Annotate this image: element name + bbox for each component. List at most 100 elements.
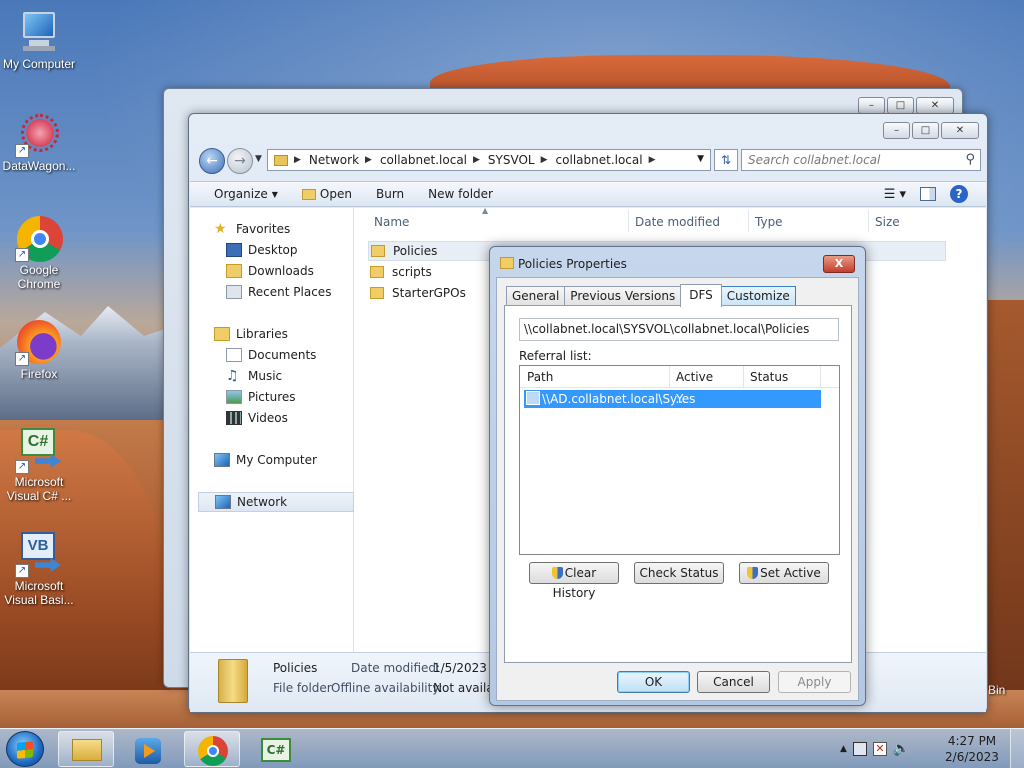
nav-item-pictures[interactable]: Pictures (226, 387, 354, 407)
minimize-button[interactable]: – (858, 97, 885, 114)
chevron-right-icon[interactable]: ▶ (365, 155, 372, 165)
nav-item-desktop[interactable]: Desktop (226, 240, 354, 260)
taskbar-explorer[interactable] (58, 731, 114, 767)
nav-item-label: Desktop (248, 243, 298, 257)
visual-csharp-icon: C# (261, 738, 291, 762)
column-divider[interactable] (748, 210, 749, 232)
close-button[interactable]: ✕ (941, 122, 979, 139)
maximize-button[interactable]: □ (887, 97, 914, 114)
column-divider[interactable] (628, 210, 629, 232)
referral-list[interactable]: Path Active Status \\AD.collabnet.local\… (519, 365, 840, 555)
chevron-down-icon[interactable]: ▼ (697, 154, 704, 164)
dfs-path-field[interactable]: \\collabnet.local\SYSVOL\collabnet.local… (519, 318, 839, 341)
nav-item-libraries[interactable]: Libraries (214, 324, 354, 344)
desktop-icon-firefox[interactable]: ↗ Firefox (0, 320, 78, 381)
tab-customize[interactable]: Customize (720, 286, 796, 306)
nav-item-recent-places[interactable]: Recent Places (226, 282, 354, 302)
nav-item-downloads[interactable]: Downloads (226, 261, 354, 281)
desktop-icon-datawagon[interactable]: ↗ DataWagon... (0, 112, 78, 173)
nav-item-favorites[interactable]: ★ Favorites (214, 219, 354, 239)
desktop-icon-label: Microsoft Visual C# ... (6, 475, 72, 503)
column-header-path[interactable]: Path (527, 370, 553, 384)
nav-item-videos[interactable]: Videos (226, 408, 354, 428)
show-desktop-button[interactable] (1010, 729, 1024, 768)
nav-item-label: Pictures (248, 390, 296, 404)
clock[interactable]: 4:27 PM 2/6/2023 (942, 733, 1002, 765)
volume-icon[interactable]: 🔈 (893, 741, 910, 757)
minimize-button[interactable]: – (883, 122, 910, 139)
nav-item-music[interactable]: ♫ Music (226, 366, 354, 386)
recycle-bin-label[interactable]: Bin (988, 683, 1005, 697)
desktop-icon-my-computer[interactable]: My Computer (0, 10, 78, 71)
chevron-right-icon[interactable]: ▶ (541, 155, 548, 165)
close-button[interactable]: ✕ (916, 97, 954, 114)
column-divider[interactable] (868, 210, 869, 232)
help-icon[interactable]: ? (950, 185, 968, 203)
breadcrumb-item[interactable]: SYSVOL (488, 153, 535, 167)
breadcrumb-item[interactable]: Network (309, 153, 359, 167)
set-active-button[interactable]: Set Active (739, 562, 829, 584)
taskbar-media-player[interactable] (120, 731, 176, 767)
desktop-icon-visual-basic[interactable]: VB ↗ Microsoft Visual Basi... (0, 532, 78, 607)
apply-button[interactable]: Apply (778, 671, 851, 693)
preview-pane-icon[interactable] (920, 187, 936, 201)
desktop-icon-google-chrome[interactable]: ↗ Google Chrome (0, 216, 78, 291)
file-row[interactable]: scripts (370, 262, 432, 282)
show-hidden-icons-icon[interactable]: ▲ (840, 744, 847, 754)
column-header-name[interactable]: Name (374, 215, 409, 229)
tab-dfs[interactable]: DFS (680, 284, 722, 307)
network-server-icon (526, 391, 540, 405)
referral-row[interactable]: \\AD.collabnet.local\Sy... Yes (524, 390, 821, 408)
taskbar-chrome[interactable] (184, 731, 240, 767)
breadcrumb-item[interactable]: collabnet.local (380, 153, 467, 167)
column-header-size[interactable]: Size (875, 215, 900, 229)
search-icon[interactable]: ⚲ (965, 150, 975, 170)
nav-item-my-computer[interactable]: My Computer (214, 450, 354, 470)
taskbar-visual-csharp[interactable]: C# (248, 731, 304, 767)
column-header-status[interactable]: Status (750, 370, 788, 384)
column-header-active[interactable]: Active (676, 370, 713, 384)
new-folder-button[interactable]: New folder (428, 187, 493, 201)
recent-pages-dropdown-icon[interactable]: ▼ (255, 154, 262, 164)
refresh-button[interactable]: ⇅ (714, 149, 738, 171)
column-divider[interactable] (820, 366, 821, 388)
desktop-icon-visual-csharp[interactable]: C# ↗ Microsoft Visual C# ... (0, 428, 78, 503)
start-button[interactable] (6, 731, 44, 767)
address-bar[interactable]: ▶ Network ▶ collabnet.local ▶ SYSVOL ▶ c… (267, 149, 711, 171)
clear-history-button[interactable]: Clear History (529, 562, 619, 600)
folder-icon (370, 287, 384, 299)
cancel-button[interactable]: Cancel (697, 671, 770, 693)
tab-general[interactable]: General (506, 286, 566, 306)
nav-item-documents[interactable]: Documents (226, 345, 354, 365)
close-button[interactable]: X (823, 255, 855, 273)
tab-previous-versions[interactable]: Previous Versions (564, 286, 682, 306)
breadcrumb-item[interactable]: collabnet.local (556, 153, 643, 167)
videos-icon (226, 411, 242, 425)
nav-item-network[interactable]: Network (198, 492, 354, 512)
view-options-icon[interactable]: ☰ ▾ (884, 187, 906, 202)
open-button[interactable]: Open (301, 187, 352, 201)
forward-button[interactable]: → (227, 148, 253, 174)
back-button[interactable]: ← (199, 148, 225, 174)
properties-dialog[interactable]: Policies Properties X General Previous V… (489, 246, 866, 706)
chevron-right-icon[interactable]: ▶ (649, 155, 656, 165)
file-name: StarterGPOs (392, 286, 466, 300)
column-divider[interactable] (743, 366, 744, 388)
taskbar: C# ▲ ✕ 🔈 4:27 PM 2/6/2023 (0, 728, 1024, 768)
column-header-date-modified[interactable]: Date modified (635, 215, 720, 229)
burn-button[interactable]: Burn (376, 187, 404, 201)
action-center-icon[interactable]: ✕ (872, 742, 887, 756)
chevron-right-icon[interactable]: ▶ (473, 155, 480, 165)
file-row[interactable]: StarterGPOs (370, 283, 466, 303)
ok-button[interactable]: OK (617, 671, 690, 693)
network-status-icon[interactable] (852, 742, 867, 756)
folder-icon (72, 739, 102, 761)
maximize-button[interactable]: □ (912, 122, 939, 139)
search-input[interactable]: Search collabnet.local ⚲ (741, 149, 981, 171)
organize-button[interactable]: Organize ▼ (214, 187, 278, 201)
desktop-icon (226, 243, 242, 257)
check-status-button[interactable]: Check Status (634, 562, 724, 584)
chevron-right-icon[interactable]: ▶ (294, 155, 301, 165)
column-header-type[interactable]: Type (755, 215, 783, 229)
column-divider[interactable] (669, 366, 670, 388)
